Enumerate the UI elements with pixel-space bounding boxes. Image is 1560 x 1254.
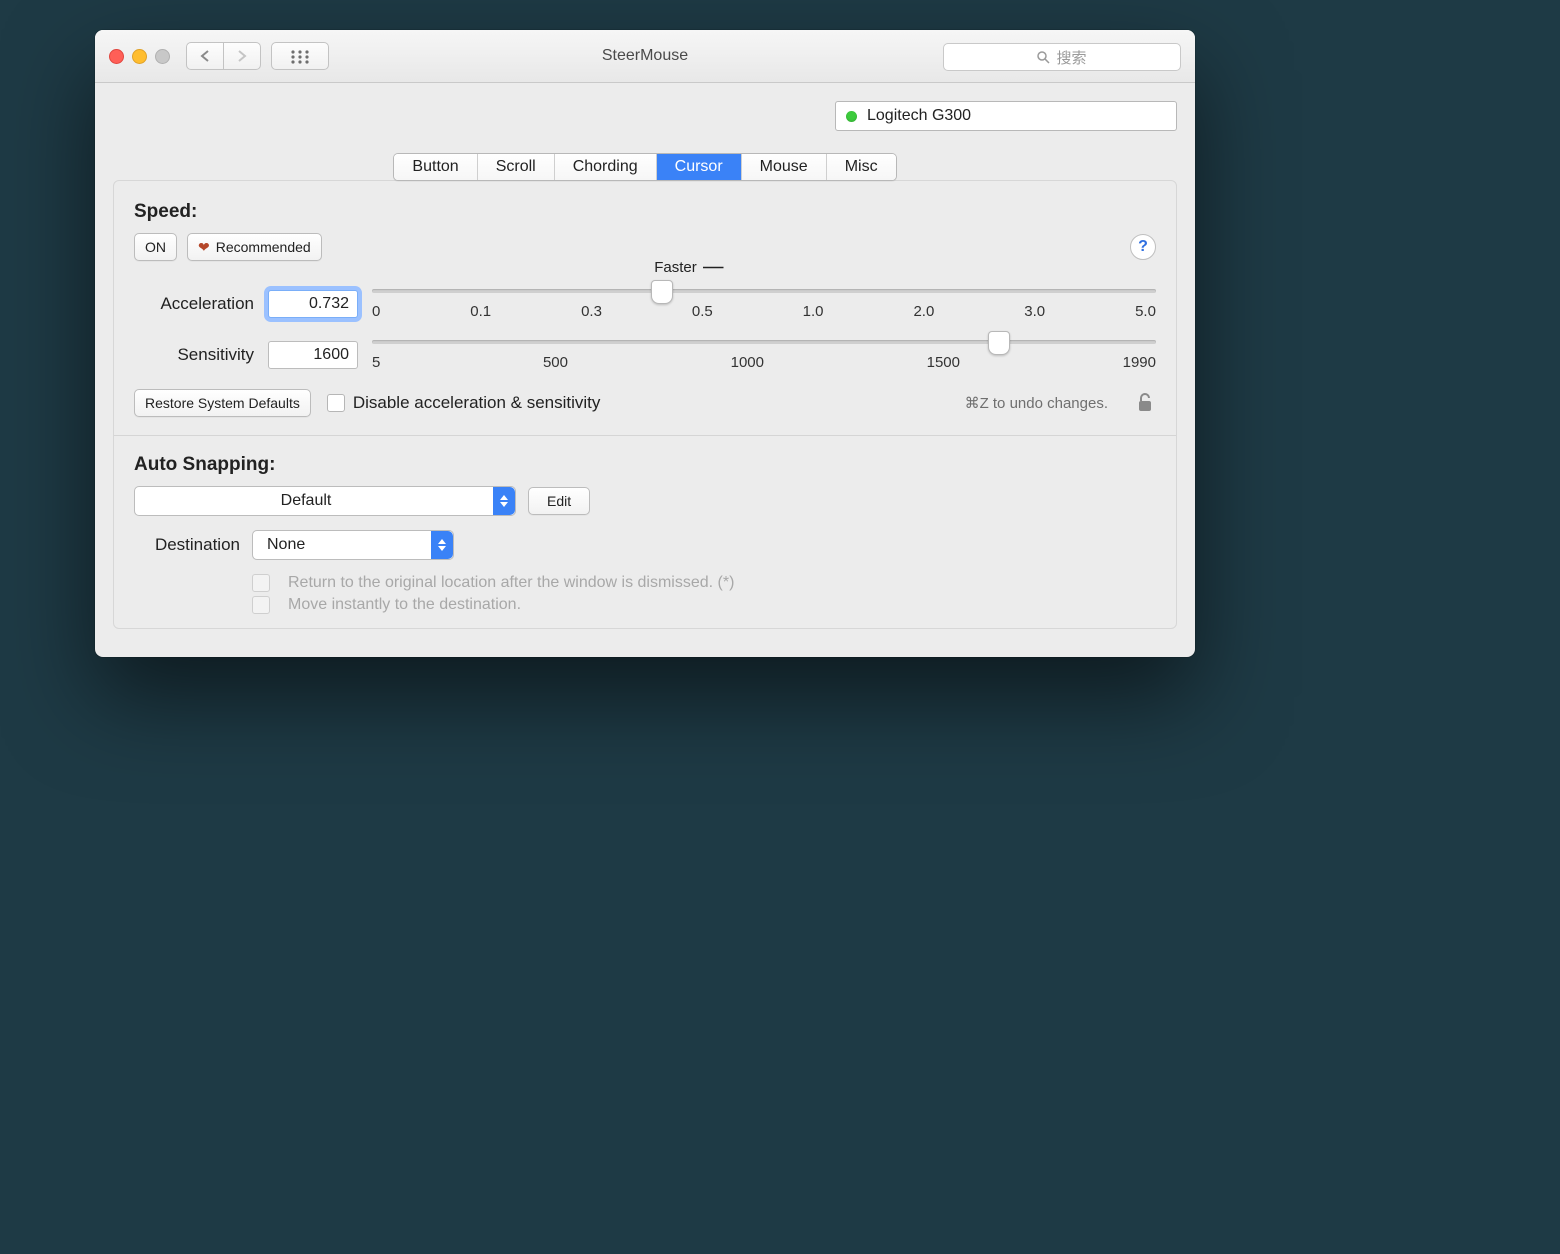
disable-accel-checkbox[interactable]: Disable acceleration & sensitivity xyxy=(327,393,601,413)
sensitivity-slider[interactable] xyxy=(372,340,1156,344)
undo-hint: ⌘Z to undo changes. xyxy=(965,394,1108,412)
acceleration-label: Acceleration xyxy=(134,294,254,314)
sensitivity-label: Sensitivity xyxy=(134,345,254,365)
tab-cursor[interactable]: Cursor xyxy=(657,154,742,180)
device-name: Logitech G300 xyxy=(867,107,971,125)
checkbox-icon xyxy=(252,574,270,592)
speed-heading: Speed: xyxy=(134,201,1156,223)
return-to-original-checkbox: Return to the original location after th… xyxy=(252,574,1156,592)
faster-label: Faster xyxy=(654,259,737,276)
checkbox-icon xyxy=(327,394,345,412)
tab-button[interactable]: Button xyxy=(394,154,477,180)
search-placeholder: 搜索 xyxy=(1056,47,1086,68)
zoom-icon xyxy=(155,49,170,64)
acceleration-value-field[interactable]: 0.732 xyxy=(268,290,358,318)
restore-defaults-button[interactable]: Restore System Defaults xyxy=(134,389,311,417)
search-input[interactable]: 搜索 xyxy=(943,43,1181,71)
preferences-window: SteerMouse 搜索 Logitech G300 Button Scrol… xyxy=(95,30,1195,657)
arrow-right-icon xyxy=(703,264,737,272)
destination-label: Destination xyxy=(134,535,240,555)
titlebar: SteerMouse 搜索 xyxy=(95,30,1195,83)
tab-chording[interactable]: Chording xyxy=(555,154,657,180)
heart-icon: ❤ xyxy=(198,239,210,256)
back-button[interactable] xyxy=(186,42,224,70)
updown-icon xyxy=(493,487,515,515)
lock-icon[interactable] xyxy=(1134,392,1156,414)
tab-bar: Button Scroll Chording Cursor Mouse Misc xyxy=(393,153,896,181)
chevron-right-icon xyxy=(237,50,247,62)
updown-icon xyxy=(431,531,453,559)
recommended-button[interactable]: ❤ Recommended xyxy=(187,233,322,261)
speed-on-toggle[interactable]: ON xyxy=(134,233,177,261)
acceleration-slider[interactable] xyxy=(372,289,1156,293)
autosnap-heading: Auto Snapping: xyxy=(134,454,1156,476)
tab-mouse[interactable]: Mouse xyxy=(742,154,827,180)
device-selector[interactable]: Logitech G300 xyxy=(835,101,1177,131)
tab-misc[interactable]: Misc xyxy=(827,154,896,180)
acceleration-ticks: 00.10.30.51.02.03.05.0 xyxy=(372,303,1156,320)
autosnap-profile-select[interactable]: Default xyxy=(134,486,516,516)
chevron-left-icon xyxy=(200,50,210,62)
divider xyxy=(114,435,1176,436)
status-dot-icon xyxy=(846,111,857,122)
cursor-panel: Speed: ON ❤ Recommended ? Acceleration 0… xyxy=(113,180,1177,629)
help-button[interactable]: ? xyxy=(1130,234,1156,260)
destination-select[interactable]: None xyxy=(252,530,454,560)
nav-segment xyxy=(186,42,261,70)
edit-button[interactable]: Edit xyxy=(528,487,590,515)
grid-icon xyxy=(291,50,309,62)
sensitivity-value-field[interactable]: 1600 xyxy=(268,341,358,369)
move-instantly-checkbox: Move instantly to the destination. xyxy=(252,596,1156,614)
window-controls xyxy=(109,49,170,64)
acceleration-slider-knob[interactable] xyxy=(651,280,673,304)
minimize-icon[interactable] xyxy=(132,49,147,64)
show-all-button[interactable] xyxy=(271,42,329,70)
sensitivity-slider-knob[interactable] xyxy=(988,331,1010,355)
close-icon[interactable] xyxy=(109,49,124,64)
search-icon xyxy=(1037,51,1050,64)
checkbox-icon xyxy=(252,596,270,614)
sensitivity-ticks: 5500100015001990 xyxy=(372,354,1156,371)
forward-button[interactable] xyxy=(223,42,261,70)
tab-scroll[interactable]: Scroll xyxy=(478,154,555,180)
